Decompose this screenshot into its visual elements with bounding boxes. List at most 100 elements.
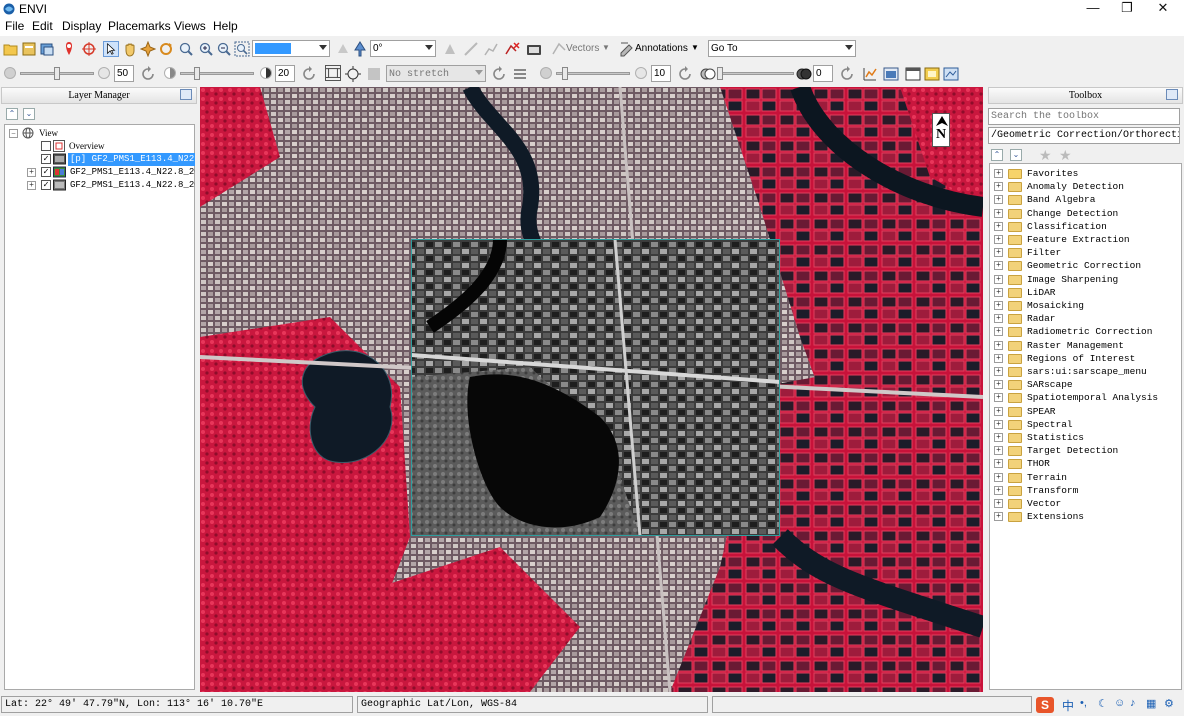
layer-move-down-icon[interactable]: ⌄ bbox=[23, 108, 35, 120]
ime-language[interactable]: 中 bbox=[1062, 697, 1074, 714]
placemark-icon[interactable] bbox=[61, 41, 77, 57]
view-blend-icon[interactable] bbox=[924, 66, 940, 82]
layer-move-up-icon[interactable]: ⌃ bbox=[6, 108, 18, 120]
vectors-menu-label[interactable]: Vectors bbox=[566, 41, 599, 57]
favorite-star-add-icon[interactable]: ★ bbox=[1059, 147, 1072, 164]
panel-dock-icon[interactable] bbox=[1166, 89, 1178, 100]
menu-help[interactable]: Help bbox=[213, 19, 238, 33]
transparency-reset-icon[interactable] bbox=[839, 66, 855, 82]
toolbox-expand-icon[interactable]: + bbox=[994, 314, 1003, 324]
screenshot-icon[interactable] bbox=[526, 41, 542, 57]
toolbox-expand-icon[interactable]: + bbox=[994, 499, 1003, 508]
close-button[interactable]: ✕ bbox=[1140, 0, 1184, 18]
rotation-field[interactable]: 0° bbox=[370, 40, 436, 57]
favorite-star-icon[interactable]: ★ bbox=[1039, 147, 1052, 164]
transparency-slider-thumb[interactable] bbox=[717, 67, 723, 80]
zoom-extent-icon[interactable] bbox=[234, 41, 250, 57]
toolbox-expand-icon[interactable]: + bbox=[994, 208, 1003, 218]
toolbox-expand-icon[interactable]: + bbox=[994, 353, 1003, 363]
contrast-slider-thumb[interactable] bbox=[194, 67, 200, 80]
zoom-fixed-icon[interactable] bbox=[178, 41, 194, 57]
toolbox-expand-icon[interactable]: + bbox=[994, 472, 1003, 482]
goto-field[interactable]: Go To bbox=[708, 40, 856, 57]
layer-checkbox[interactable]: ✓ bbox=[41, 180, 51, 190]
rotate-north-icon[interactable] bbox=[352, 41, 368, 57]
histogram-icon[interactable] bbox=[512, 66, 528, 82]
toolbox-expand-icon[interactable]: + bbox=[994, 485, 1003, 495]
toolbox-expand-icon[interactable]: + bbox=[994, 340, 1003, 350]
ime-punctuation-icon[interactable]: •, bbox=[1080, 697, 1087, 709]
data-manager-icon[interactable] bbox=[21, 41, 37, 57]
stretch-type-field[interactable]: No stretch bbox=[386, 65, 486, 82]
toolbox-expand-icon[interactable]: + bbox=[994, 301, 1003, 310]
menu-file[interactable]: File bbox=[5, 19, 24, 33]
tree-layer-row[interactable]: + ✓ GF2_PMS1_E113.4_N22.8_2019 bbox=[7, 179, 195, 192]
ime-settings-icon[interactable]: ⚙ bbox=[1164, 697, 1174, 710]
sharpen-slider-thumb[interactable] bbox=[562, 67, 568, 80]
toolbox-expand-icon[interactable]: + bbox=[994, 182, 1003, 192]
satellite-image[interactable] bbox=[200, 87, 983, 692]
transparency-value-field[interactable]: 0 bbox=[813, 65, 833, 82]
open-file-icon[interactable] bbox=[3, 41, 19, 57]
menu-placemarks[interactable]: Placemarks bbox=[108, 19, 171, 33]
toolbox-expand-icon[interactable]: + bbox=[994, 393, 1003, 403]
toolbox-expand-icon[interactable]: + bbox=[994, 248, 1003, 258]
sharpen-value-field[interactable]: 10 bbox=[651, 65, 671, 82]
toolbox-search-input[interactable] bbox=[988, 108, 1180, 125]
ime-keyboard-icon[interactable]: ▦ bbox=[1146, 697, 1156, 710]
sharpen-reset-icon[interactable] bbox=[677, 66, 693, 82]
toolbox-expand-icon[interactable]: ⌄ bbox=[1010, 149, 1022, 161]
contrast-reset-icon[interactable] bbox=[301, 66, 317, 82]
zoom-level-field[interactable] bbox=[252, 40, 330, 57]
image-window-icon[interactable] bbox=[883, 66, 899, 82]
menu-edit[interactable]: Edit bbox=[32, 19, 53, 33]
fly-icon[interactable] bbox=[140, 41, 156, 57]
toolbox-expand-icon[interactable]: + bbox=[994, 274, 1003, 284]
menu-display[interactable]: Display bbox=[62, 19, 101, 33]
toolbox-expand-icon[interactable]: + bbox=[994, 459, 1003, 469]
panel-dock-icon[interactable] bbox=[180, 89, 192, 100]
toolbox-expand-icon[interactable]: + bbox=[994, 261, 1003, 271]
tree-view-root[interactable]: − View bbox=[7, 127, 127, 140]
layer-checkbox[interactable]: ✓ bbox=[41, 154, 51, 164]
tree-overview-row[interactable]: Overview bbox=[7, 140, 127, 153]
toolbox-expand-icon[interactable]: + bbox=[994, 419, 1003, 429]
brightness-reset-icon[interactable] bbox=[140, 66, 156, 82]
toolbox-path-field[interactable]: /Geometric Correction/Orthorectificati bbox=[988, 127, 1180, 144]
layer-expand-icon[interactable]: + bbox=[27, 181, 36, 190]
annotations-menu-label[interactable]: Annotations bbox=[635, 41, 688, 57]
toolbox-expand-icon[interactable]: + bbox=[994, 195, 1003, 205]
toolbox-expand-icon[interactable]: + bbox=[994, 367, 1003, 376]
toolbox-expand-icon[interactable]: + bbox=[994, 235, 1003, 244]
toolbox-collapse-icon[interactable]: ⌃ bbox=[991, 149, 1003, 161]
stretch-box-icon[interactable] bbox=[325, 65, 341, 81]
toolbox-expand-icon[interactable]: + bbox=[994, 512, 1003, 522]
zoom-in-icon[interactable] bbox=[198, 41, 214, 57]
view-flicker-icon[interactable] bbox=[943, 66, 959, 82]
toolbox-expand-icon[interactable]: + bbox=[994, 169, 1003, 178]
ime-logo-icon[interactable]: S bbox=[1036, 697, 1054, 713]
pan-hand-icon[interactable] bbox=[122, 41, 138, 57]
layer-checkbox[interactable]: ✓ bbox=[41, 167, 51, 177]
overview-checkbox[interactable] bbox=[41, 141, 51, 151]
brightness-value-field[interactable]: 50 bbox=[114, 65, 134, 82]
toolbox-expand-icon[interactable]: + bbox=[994, 221, 1003, 231]
toolbox-expand-icon[interactable]: + bbox=[994, 433, 1003, 442]
stretch-roi-icon[interactable] bbox=[345, 66, 361, 82]
map-view[interactable]: N bbox=[200, 87, 983, 692]
transparency-slider-track[interactable] bbox=[718, 72, 794, 75]
ime-mic-icon[interactable]: ♪ bbox=[1130, 697, 1136, 709]
chart-tool-icon[interactable] bbox=[862, 66, 878, 82]
portal-icon[interactable] bbox=[905, 66, 921, 82]
layer-expand-icon[interactable]: + bbox=[27, 168, 36, 177]
ime-moon-icon[interactable]: ☾ bbox=[1098, 697, 1108, 710]
toolbox-expand-icon[interactable]: + bbox=[994, 380, 1003, 390]
toolbox-expand-icon[interactable]: + bbox=[994, 287, 1003, 297]
view-collapse-icon[interactable]: − bbox=[9, 129, 18, 138]
toolbox-expand-icon[interactable]: + bbox=[994, 446, 1003, 456]
contrast-value-field[interactable]: 20 bbox=[275, 65, 295, 82]
toolbox-expand-icon[interactable]: + bbox=[994, 327, 1003, 337]
brightness-slider-thumb[interactable] bbox=[54, 67, 60, 80]
tree-layer-row[interactable]: ✓ [p] GF2_PMS1_E113.4_N22.8 bbox=[7, 153, 195, 166]
crosshair-icon[interactable] bbox=[81, 41, 97, 57]
